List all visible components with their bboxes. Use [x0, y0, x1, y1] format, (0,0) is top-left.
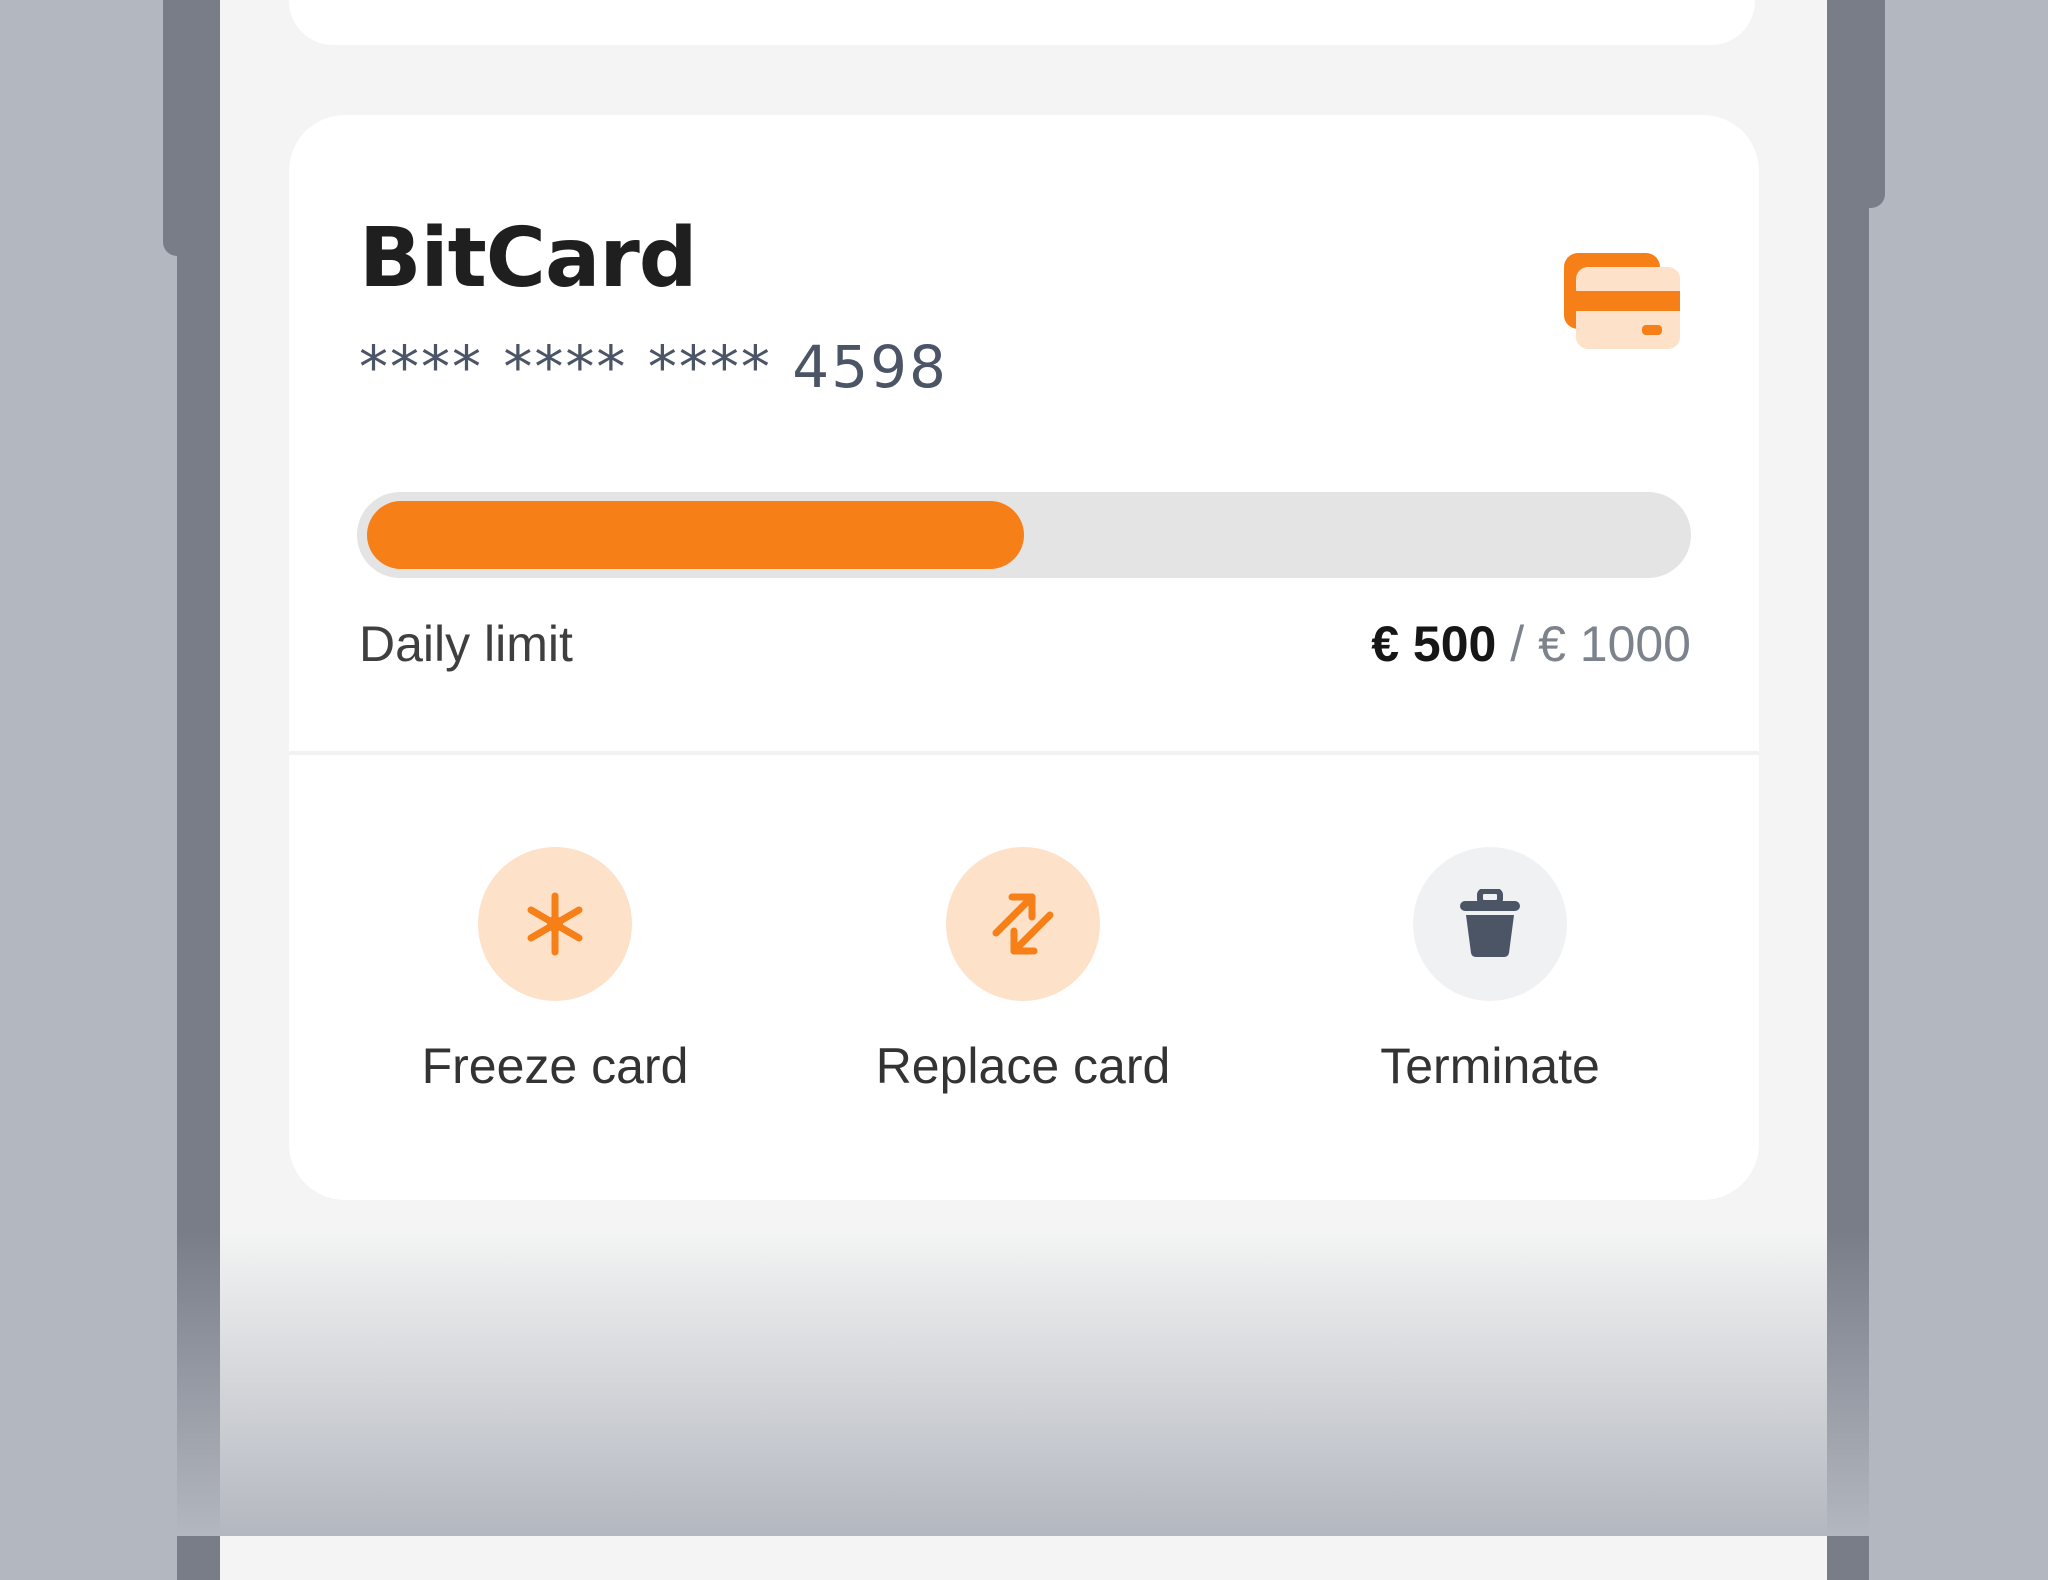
trash-icon	[1460, 889, 1520, 957]
daily-limit-label: Daily limit	[359, 616, 573, 672]
limit-used: € 500	[1371, 616, 1497, 672]
previous-card-panel	[289, 0, 1755, 45]
card-name: BitCard	[359, 211, 697, 306]
replace-card-button[interactable]: Replace card	[823, 847, 1223, 1095]
terminate-label: Terminate	[1380, 1038, 1600, 1094]
snowflake-icon	[527, 892, 583, 956]
card-panel: BitCard **** **** **** 4598 Daily limit …	[289, 115, 1759, 1200]
swap-arrows-icon	[992, 893, 1054, 955]
replace-card-circle[interactable]	[946, 847, 1100, 1001]
card-number: **** **** **** 4598	[359, 333, 948, 401]
bottom-fade	[0, 1230, 2048, 1536]
terminate-circle[interactable]	[1413, 847, 1567, 1001]
replace-card-label: Replace card	[875, 1038, 1171, 1094]
limit-max: € 1000	[1538, 616, 1691, 672]
daily-limit-progress	[357, 492, 1691, 578]
freeze-card-circle[interactable]	[478, 847, 632, 1001]
limit-separator: /	[1510, 616, 1525, 672]
daily-limit-value: € 500 / € 1000	[1371, 615, 1691, 673]
freeze-card-button[interactable]: Freeze card	[355, 847, 755, 1095]
terminate-button[interactable]: Terminate	[1290, 847, 1690, 1095]
daily-limit-progress-fill	[367, 501, 1024, 569]
credit-card-icon	[1564, 253, 1684, 353]
divider	[289, 751, 1759, 755]
freeze-card-label: Freeze card	[421, 1038, 689, 1094]
